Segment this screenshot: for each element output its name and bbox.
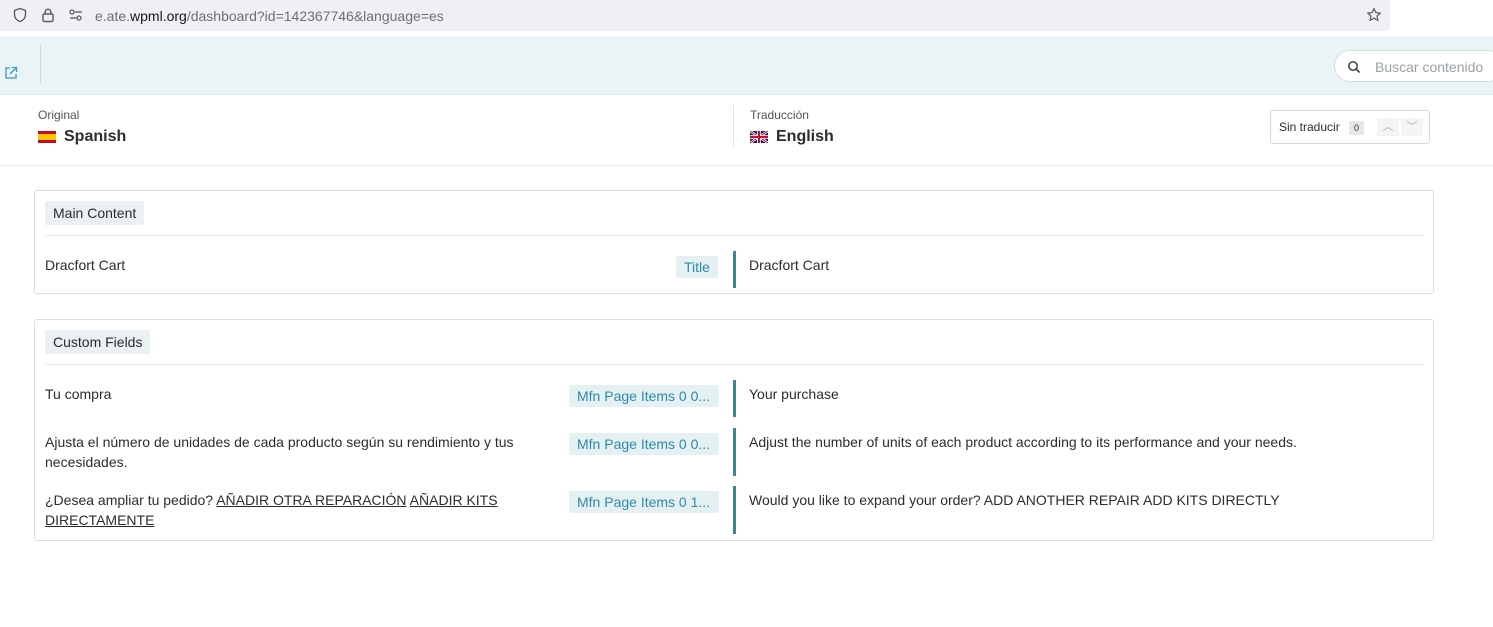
untranslated-filter[interactable]: Sin traducir 0 ︿ ﹀ bbox=[1270, 110, 1430, 144]
search-icon bbox=[1348, 61, 1361, 74]
translation-label: Traducción bbox=[750, 108, 809, 122]
source-link-add-repair: AÑADIR OTRA REPARACIÓN bbox=[216, 492, 407, 508]
original-label: Original bbox=[38, 108, 80, 122]
language-divider bbox=[733, 105, 734, 147]
original-language: Spanish bbox=[64, 128, 127, 145]
target-text[interactable]: Your purchase bbox=[749, 384, 1419, 404]
shield-icon[interactable] bbox=[12, 7, 28, 23]
segment-status-bar bbox=[733, 251, 736, 288]
section-title: Custom Fields bbox=[45, 330, 151, 354]
chevron-up-icon[interactable]: ︿ bbox=[1377, 118, 1399, 136]
source-plain-text: ¿Desea ampliar tu pedido? bbox=[45, 492, 217, 508]
language-header: Original Spanish Traducción English Sin … bbox=[0, 95, 1493, 166]
lock-icon[interactable] bbox=[40, 7, 56, 23]
source-text: Ajusta el número de unidades de cada pro… bbox=[45, 434, 514, 470]
segment-row[interactable]: Dracfort Cart Title Dracfort Cart bbox=[35, 251, 1433, 291]
section-divider bbox=[45, 364, 1423, 365]
filter-label: Sin traducir bbox=[1279, 120, 1340, 134]
target-text[interactable]: Would you like to expand your order? ADD… bbox=[749, 490, 1419, 510]
untranslated-count-badge: 0 bbox=[1349, 121, 1364, 135]
target-text[interactable]: Adjust the number of units of each produ… bbox=[749, 432, 1419, 452]
uk-flag-icon bbox=[750, 131, 768, 143]
browser-address-bar[interactable]: e.ate.wpml.org/dashboard?id=142367746&la… bbox=[0, 0, 1390, 31]
section-title: Main Content bbox=[45, 201, 145, 225]
main-content-section: Main Content Dracfort Cart Title Dracfor… bbox=[34, 190, 1434, 294]
field-tag: Title bbox=[676, 256, 718, 278]
field-tag: Mfn Page Items 0 1... bbox=[569, 491, 719, 513]
url-text[interactable]: e.ate.wpml.org/dashboard?id=142367746&la… bbox=[95, 8, 444, 24]
translation-language: English bbox=[776, 128, 834, 145]
editor-toolbar bbox=[0, 36, 1493, 95]
toolbar-divider bbox=[40, 45, 41, 83]
segment-status-bar bbox=[733, 428, 736, 476]
segment-row[interactable]: Tu compra Mfn Page Items 0 0... Your pur… bbox=[35, 380, 1433, 418]
field-tag: Mfn Page Items 0 0... bbox=[569, 433, 719, 455]
chevron-down-icon[interactable]: ﹀ bbox=[1401, 118, 1423, 136]
segment-status-bar bbox=[733, 380, 736, 417]
search-input[interactable] bbox=[1375, 57, 1493, 77]
custom-fields-section: Custom Fields Tu compra Mfn Page Items 0… bbox=[34, 319, 1434, 541]
source-text: Tu compra bbox=[45, 386, 112, 402]
source-text: ¿Desea ampliar tu pedido? AÑADIR OTRA RE… bbox=[45, 490, 545, 530]
search-box[interactable] bbox=[1334, 50, 1493, 82]
source-text: Dracfort Cart bbox=[45, 257, 126, 273]
segment-row[interactable]: ¿Desea ampliar tu pedido? AÑADIR OTRA RE… bbox=[35, 486, 1433, 536]
permissions-icon[interactable] bbox=[68, 7, 84, 23]
bookmark-star-icon[interactable] bbox=[1366, 7, 1382, 23]
segment-status-bar bbox=[733, 486, 736, 534]
section-divider bbox=[45, 235, 1423, 236]
field-tag: Mfn Page Items 0 0... bbox=[569, 385, 719, 407]
spain-flag-icon bbox=[38, 131, 56, 143]
segment-row[interactable]: Ajusta el número de unidades de cada pro… bbox=[35, 428, 1433, 478]
target-text[interactable]: Dracfort Cart bbox=[749, 255, 1419, 275]
external-link-icon[interactable] bbox=[4, 66, 18, 80]
